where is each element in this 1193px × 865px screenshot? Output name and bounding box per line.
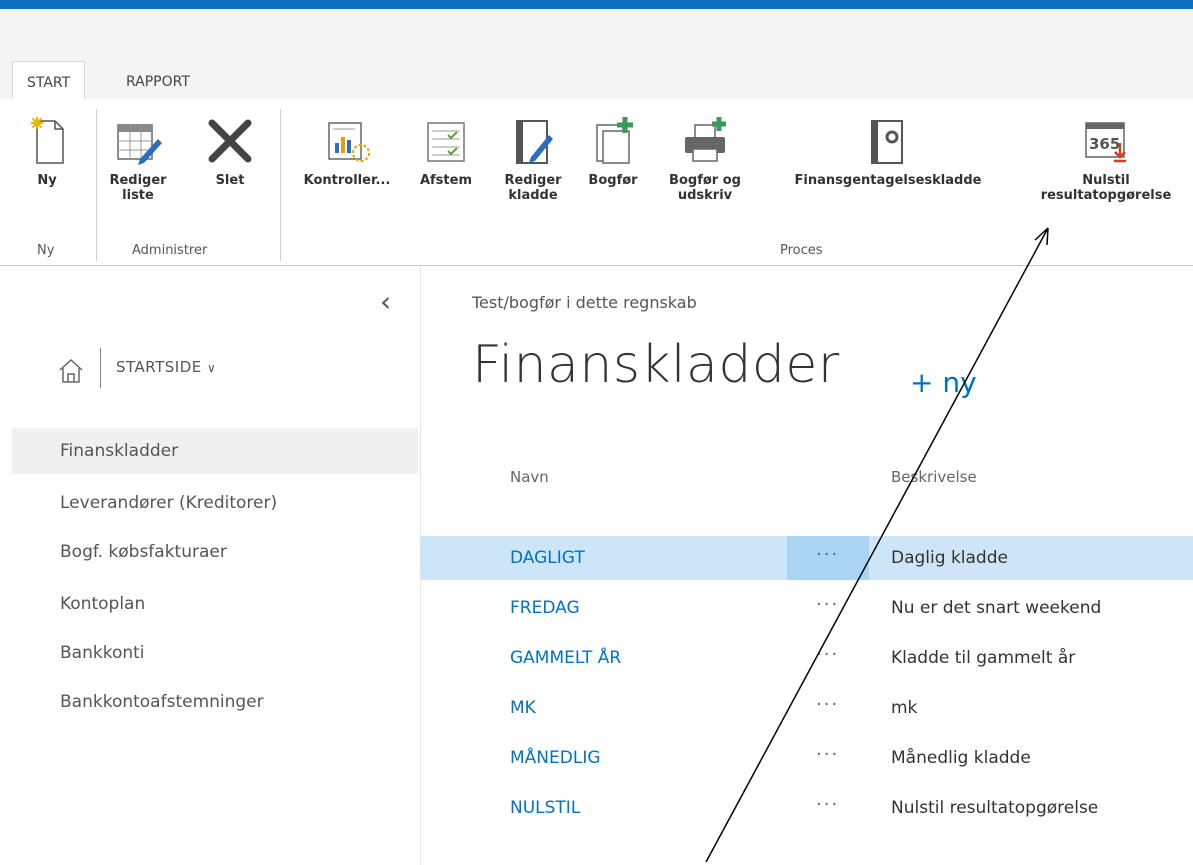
- table-row[interactable]: MK ··· mk: [421, 686, 1193, 730]
- journal-name-link[interactable]: NULSTIL: [510, 798, 580, 818]
- bogfor-og-udskriv-button[interactable]: Bogfør og udskriv: [655, 115, 755, 203]
- delete-x-icon: [208, 119, 252, 163]
- nav-item-leverandorer[interactable]: Leverandører (Kreditorer): [12, 480, 418, 526]
- breadcrumb: Test/bogfør i dette regnskab: [472, 293, 697, 312]
- more-options-icon[interactable]: ···: [816, 794, 839, 815]
- ny-label: Ny: [37, 173, 57, 188]
- edit-list-icon: [117, 124, 162, 165]
- rediger-kladde-label-1: Rediger: [504, 173, 562, 188]
- ribbon-tabs: START RAPPORT: [0, 61, 1193, 101]
- chevron-down-icon: ∨: [207, 361, 217, 375]
- post-icon: [596, 117, 633, 164]
- nav-item-kontoplan[interactable]: Kontoplan: [12, 581, 418, 627]
- journal-name-link[interactable]: MK: [510, 698, 536, 718]
- tab-start[interactable]: START: [12, 61, 86, 101]
- kontroller-button[interactable]: Kontroller...: [287, 115, 407, 188]
- journal-description: Nulstil resultatopgørelse: [891, 798, 1099, 818]
- rediger-liste-label-1: Rediger: [109, 173, 167, 188]
- nav-item-bankkontoafstemninger[interactable]: Bankkontoafstemninger: [12, 679, 418, 725]
- rediger-kladde-label-2: kladde: [508, 188, 558, 203]
- group-label-ny: Ny: [37, 243, 55, 258]
- journal-name-link[interactable]: GAMMELT ÅR: [510, 648, 621, 668]
- header-band: [0, 9, 1193, 61]
- column-header-navn[interactable]: Navn: [510, 468, 549, 486]
- group-label-proces: Proces: [780, 243, 823, 258]
- bogfor-udskriv-label-1: Bogfør og: [669, 173, 741, 188]
- nav-item-finanskladder[interactable]: Finanskladder: [12, 428, 418, 474]
- check-report-icon: [328, 122, 370, 162]
- more-options-icon[interactable]: ···: [816, 644, 839, 665]
- bogfor-button[interactable]: Bogfør: [577, 115, 649, 188]
- rediger-liste-label-2: liste: [122, 188, 154, 203]
- group-divider: [96, 109, 97, 261]
- calendar-365-icon: 365: [1085, 122, 1126, 163]
- finansgentagelseskladde-button[interactable]: Finansgentagelseskladde: [763, 115, 1013, 188]
- home-divider: [100, 348, 101, 388]
- journal-description: Nu er det snart weekend: [891, 598, 1102, 618]
- group-divider: [280, 109, 281, 261]
- more-options-icon[interactable]: ···: [816, 544, 839, 565]
- nulstil-label-2: resultatopgørelse: [1040, 188, 1172, 203]
- rediger-kladde-button[interactable]: Rediger kladde: [491, 115, 575, 203]
- table-row[interactable]: MÅNEDLIG ··· Månedlig kladde: [421, 736, 1193, 780]
- slet-button[interactable]: Slet: [200, 115, 260, 188]
- journal-name-link[interactable]: MÅNEDLIG: [510, 748, 601, 768]
- slet-label: Slet: [215, 173, 245, 188]
- afstem-label: Afstem: [419, 173, 473, 188]
- column-header-beskrivelse[interactable]: Beskrivelse: [891, 468, 977, 486]
- ny-button[interactable]: Ny: [22, 115, 72, 188]
- collapse-nav-icon[interactable]: ‹: [380, 285, 391, 318]
- journal-description: Månedlig kladde: [891, 748, 1031, 768]
- journal-name-link[interactable]: FREDAG: [510, 598, 580, 618]
- home-icon[interactable]: [55, 355, 87, 387]
- new-item-link[interactable]: + ny: [910, 366, 977, 399]
- journal-name-link[interactable]: DAGLIGT: [510, 548, 585, 568]
- startside-dropdown[interactable]: STARTSIDE ∨: [116, 358, 216, 376]
- journal-description: Kladde til gammelt år: [891, 648, 1076, 668]
- top-accent-bar: [0, 0, 1193, 9]
- table-row[interactable]: FREDAG ··· Nu er det snart weekend: [421, 586, 1193, 630]
- bogfor-label: Bogfør: [588, 173, 638, 188]
- calendar-number: 365: [1089, 135, 1120, 153]
- ribbon: Ny Ny Rediger liste Slet Administrer Kon…: [0, 99, 1193, 266]
- journal-description: Daglig kladde: [891, 548, 1008, 568]
- tab-rapport[interactable]: RAPPORT: [112, 61, 204, 99]
- startside-label: STARTSIDE: [116, 358, 202, 376]
- recurring-journal-icon: [871, 120, 903, 164]
- more-options-icon[interactable]: ···: [816, 694, 839, 715]
- more-options-icon[interactable]: ···: [816, 594, 839, 615]
- journal-description: mk: [891, 698, 918, 718]
- finansgentagelseskladde-label: Finansgentagelseskladde: [794, 173, 982, 188]
- edit-journal-icon: [516, 120, 553, 164]
- table-row[interactable]: NULSTIL ··· Nulstil resultatopgørelse: [421, 786, 1193, 830]
- nulstil-label-1: Nulstil: [1082, 173, 1130, 188]
- more-options-icon[interactable]: ···: [816, 744, 839, 765]
- post-and-print-icon: [685, 117, 726, 162]
- nulstil-resultatopgorelse-button[interactable]: 365 Nulstil resultatopgørelse: [1020, 115, 1192, 203]
- kontroller-label: Kontroller...: [303, 173, 391, 188]
- rediger-liste-button[interactable]: Rediger liste: [104, 115, 172, 203]
- page-title: Finanskladder: [472, 335, 840, 395]
- new-document-icon: [31, 117, 64, 164]
- table-row[interactable]: GAMMELT ÅR ··· Kladde til gammelt år: [421, 636, 1193, 680]
- table-row[interactable]: DAGLIGT ··· Daglig kladde: [421, 536, 1193, 580]
- group-label-administrer: Administrer: [132, 243, 208, 258]
- bogfor-udskriv-label-2: udskriv: [677, 188, 733, 203]
- afstem-button[interactable]: Afstem: [413, 115, 479, 188]
- reconcile-icon: [427, 122, 465, 162]
- nav-item-bankkonti[interactable]: Bankkonti: [12, 630, 418, 676]
- nav-item-bogf-kobsfakturaer[interactable]: Bogf. købsfakturaer: [12, 529, 418, 575]
